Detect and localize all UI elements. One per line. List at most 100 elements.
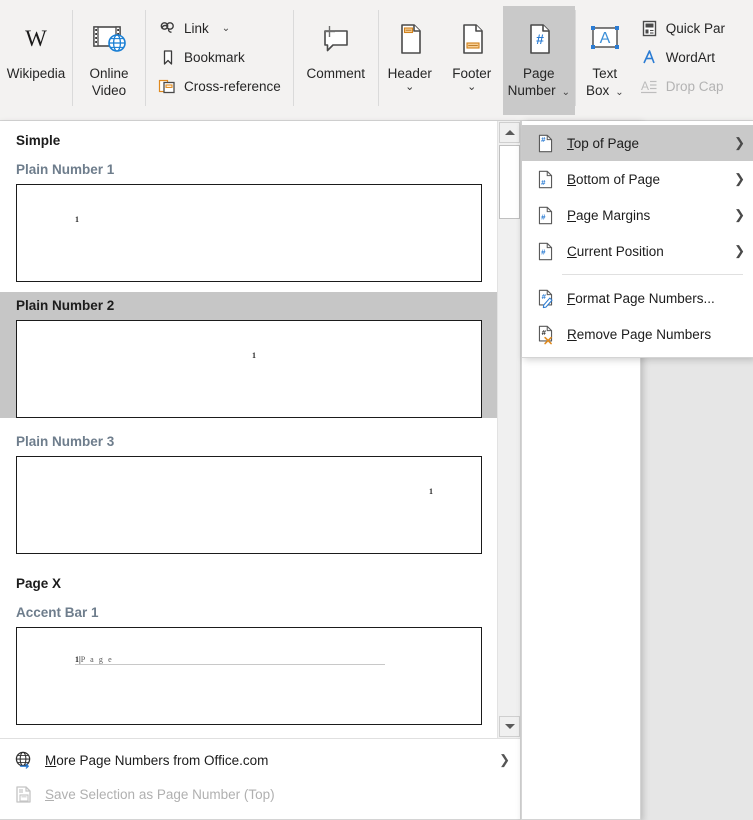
- wikipedia-button[interactable]: W Wikipedia: [0, 6, 72, 82]
- chevron-right-icon[interactable]: ❯: [734, 207, 745, 223]
- wikipedia-icon: W: [19, 18, 53, 60]
- gallery-list: Simple Plain Number 1 1 Plain Number 2 1…: [0, 121, 498, 735]
- chevron-right-icon[interactable]: ❯: [734, 135, 745, 151]
- cross-reference-button[interactable]: Cross-reference: [156, 73, 287, 99]
- menu-item-label-rest: age Margins: [576, 207, 651, 223]
- menu-item-page-margins[interactable]: # Page Margins ❯: [522, 197, 753, 233]
- drop-cap-label: Drop Cap: [665, 78, 724, 94]
- page-number-dropdown-menu: # Top of Page ❯ # Bottom of Page ❯ # Pag…: [521, 121, 753, 820]
- menu-item-label-rest: ormat Page Numbers...: [575, 290, 715, 306]
- gallery-item-plain-number-3[interactable]: Plain Number 3 1: [0, 428, 498, 554]
- svg-text:#: #: [541, 134, 546, 143]
- save-selection-label-rest: ave Selection as Page Number (Top): [54, 786, 275, 802]
- gallery-item-label: Plain Number 2: [16, 298, 115, 313]
- chevron-down-icon[interactable]: ⌄: [405, 82, 414, 93]
- gallery-item-label: Accent Bar 1: [16, 605, 99, 620]
- page-number-gallery: Simple Plain Number 1 1 Plain Number 2 1…: [0, 121, 521, 820]
- menu-item-remove-page-numbers[interactable]: # Remove Page Numbers: [522, 316, 753, 352]
- menu-item-format-page-numbers[interactable]: # Format Page Numbers...: [522, 280, 753, 316]
- svg-text:#: #: [541, 212, 546, 221]
- ribbon-insert-tab: W Wikipedia Online Video Link ⌄ Bookmark…: [0, 0, 753, 121]
- save-selection-as-page-number-button: Save Selection as Page Number (Top): [0, 777, 520, 811]
- wordart-button[interactable]: WordArt: [638, 44, 731, 70]
- menu-item-label: Page Margins: [567, 208, 722, 223]
- accelerator-letter: S: [45, 786, 55, 802]
- drop-cap-button: A Drop Cap: [638, 73, 731, 99]
- ribbon-group-comments: Comment: [294, 0, 378, 120]
- link-button[interactable]: Link ⌄: [156, 15, 287, 41]
- gallery-item-preview[interactable]: 1: [16, 184, 482, 282]
- quick-parts-button[interactable]: Quick Par: [638, 15, 731, 41]
- bookmark-button[interactable]: Bookmark: [156, 44, 287, 70]
- page-number-bottom-icon: #: [536, 170, 555, 189]
- preview-page-word: P a g e: [80, 655, 114, 664]
- svg-text:W: W: [25, 26, 47, 51]
- save-selection-label: Save Selection as Page Number (Top): [45, 787, 510, 802]
- bookmark-icon: [158, 48, 177, 67]
- header-button[interactable]: Header ⌄: [379, 6, 441, 93]
- preview-accent-rule: [75, 664, 385, 665]
- text-box-label-line2: Box: [585, 83, 610, 98]
- link-icon: [158, 19, 177, 38]
- remove-page-numbers-icon: #: [536, 325, 555, 344]
- chevron-down-icon[interactable]: ⌄: [562, 87, 570, 98]
- chevron-down-icon[interactable]: ⌄: [467, 82, 476, 93]
- menu-item-label-rest: urrent Position: [576, 243, 664, 259]
- preview-accent-text: 1|P a g e: [75, 655, 113, 664]
- page-number-margins-icon: #: [536, 206, 555, 225]
- gallery-item-plain-number-2[interactable]: Plain Number 2 1: [0, 292, 498, 418]
- chevron-right-icon[interactable]: ❯: [734, 171, 745, 187]
- scroll-down-button[interactable]: [499, 716, 520, 737]
- menu-item-label: Current Position: [567, 244, 722, 259]
- menu-separator: [562, 274, 743, 275]
- menu-item-label-rest: op of Page: [573, 135, 640, 151]
- menu-item-top-of-page[interactable]: # Top of Page ❯: [522, 125, 753, 161]
- online-video-label-line1: Online: [89, 66, 129, 81]
- drop-cap-icon: A: [640, 77, 659, 96]
- text-box-button[interactable]: A Text Box ⌄: [576, 6, 634, 101]
- menu-item-label: Bottom of Page: [567, 172, 722, 187]
- accelerator-letter: T: [567, 135, 574, 151]
- page-number-label-line2: Number: [507, 83, 556, 98]
- quick-parts-icon: [640, 19, 659, 38]
- gallery-item-preview[interactable]: 1: [16, 320, 482, 418]
- svg-text:#: #: [542, 291, 547, 300]
- chevron-down-icon[interactable]: ⌄: [615, 87, 623, 98]
- chevron-down-icon[interactable]: ⌄: [222, 23, 230, 34]
- text-box-icon: A: [585, 18, 625, 60]
- page-number-top-icon: #: [536, 134, 555, 153]
- chevron-right-icon[interactable]: ❯: [734, 243, 745, 259]
- text-box-label: Text Box ⌄: [586, 65, 624, 101]
- menu-item-label-rest: emove Page Numbers: [576, 326, 712, 342]
- svg-text:A: A: [599, 30, 610, 47]
- online-video-button[interactable]: Online Video: [73, 6, 145, 99]
- gallery-item-accent-bar-1[interactable]: Accent Bar 1 1|P a g e: [0, 599, 498, 725]
- scrollbar-thumb[interactable]: [499, 145, 520, 219]
- menu-item-bottom-of-page[interactable]: # Bottom of Page ❯: [522, 161, 753, 197]
- menu-item-label: Top of Page: [567, 136, 722, 151]
- more-page-numbers-label: More Page Numbers from Office.com: [45, 753, 487, 768]
- scroll-up-button[interactable]: [499, 122, 520, 143]
- comment-button[interactable]: Comment: [294, 6, 378, 82]
- menu-item-current-position[interactable]: # Current Position ❯: [522, 233, 753, 269]
- accelerator-letter: P: [567, 207, 577, 223]
- gallery-scrollbar[interactable]: [497, 121, 520, 738]
- svg-text:A: A: [641, 79, 649, 93]
- preview-page-number: 1: [252, 351, 256, 360]
- gallery-item-label: Plain Number 1: [16, 162, 115, 177]
- more-page-numbers-from-office-button[interactable]: More Page Numbers from Office.com ❯: [0, 743, 520, 777]
- svg-text:#: #: [536, 31, 544, 47]
- page-number-button[interactable]: # Page Number ⌄: [502, 6, 575, 115]
- gallery-item-preview[interactable]: 1|P a g e: [16, 627, 482, 725]
- gallery-category-title: Simple: [16, 133, 61, 148]
- page-number-current-icon: #: [536, 242, 555, 261]
- quick-parts-label: Quick Par: [665, 20, 726, 36]
- chevron-right-icon[interactable]: ❯: [499, 752, 510, 768]
- gallery-item-plain-number-1[interactable]: Plain Number 1 1: [0, 156, 498, 282]
- svg-text:#: #: [541, 247, 546, 256]
- cross-reference-label: Cross-reference: [184, 78, 281, 94]
- accelerator-letter: B: [567, 171, 577, 187]
- gallery-item-preview[interactable]: 1: [16, 456, 482, 554]
- footer-button[interactable]: Footer ⌄: [441, 6, 503, 93]
- accelerator-letter: C: [567, 243, 577, 259]
